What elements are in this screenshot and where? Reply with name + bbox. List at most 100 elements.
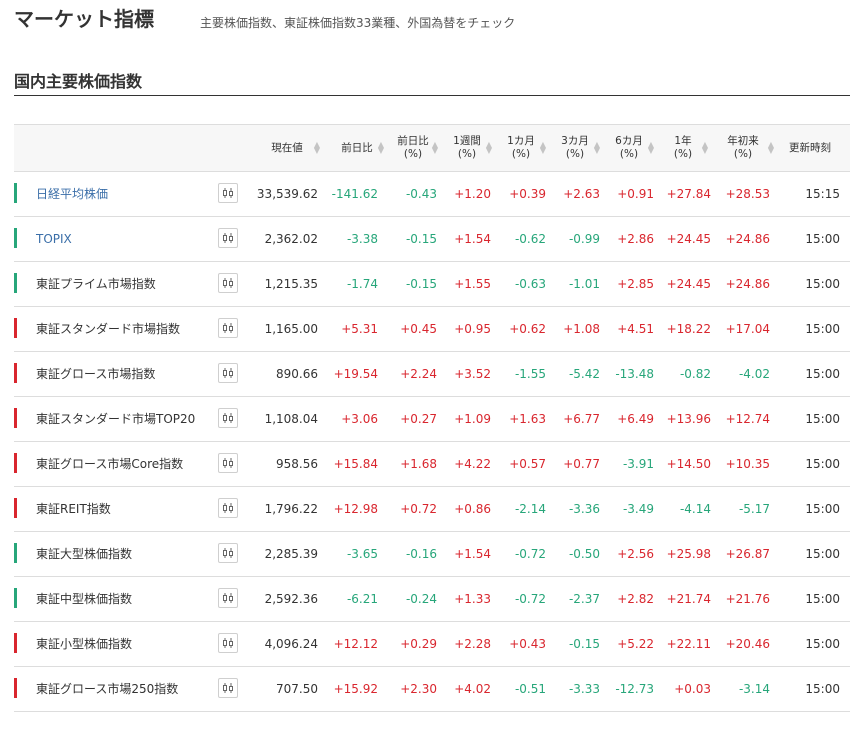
index-name: 東証プライム市場指数 <box>36 277 156 291</box>
candlestick-chart-icon[interactable] <box>218 183 238 203</box>
table-row: 日経平均株価 33,539.62 -141.62 -0.43 +1.20 +0.39 +2.… <box>14 172 850 217</box>
change-value: -0.50 <box>568 547 600 561</box>
candlestick-chart-icon[interactable] <box>218 453 238 473</box>
change-value: +0.27 <box>400 412 437 426</box>
trend-indicator <box>14 408 17 428</box>
trend-indicator <box>14 498 17 518</box>
column-header-label: 3カ月 <box>561 135 589 147</box>
sort-icon[interactable]: ▲ ▼ <box>702 141 708 155</box>
change-value: +1.63 <box>509 412 546 426</box>
candlestick-chart-icon[interactable] <box>218 273 238 293</box>
index-name[interactable]: TOPIX <box>36 217 72 261</box>
change-value: +15.84 <box>333 457 378 471</box>
change-value: +18.22 <box>666 322 711 336</box>
update-time: 15:00 <box>805 502 840 516</box>
column-header-label: 1年 <box>674 135 692 147</box>
change-value: +1.33 <box>454 592 491 606</box>
change-value: -2.37 <box>568 592 600 606</box>
trend-indicator <box>14 273 17 293</box>
trend-indicator <box>14 678 17 698</box>
column-header-5[interactable]: 3カ月 (%) ▲ ▼ <box>550 125 600 171</box>
table-row: 東証グロース市場Core指数 958.56 +15.84 +1.68 +4.22 +0.5… <box>14 442 850 487</box>
update-time: 15:00 <box>805 277 840 291</box>
change-value: -0.63 <box>514 277 546 291</box>
candlestick-chart-icon[interactable] <box>218 498 238 518</box>
page-title: マーケット指標 <box>14 7 154 31</box>
sort-icon[interactable]: ▲ ▼ <box>486 141 492 155</box>
change-value: -0.15 <box>405 277 437 291</box>
sort-icon[interactable]: ▲ ▼ <box>432 141 438 155</box>
change-value: +0.03 <box>674 682 711 696</box>
column-header-2[interactable]: 前日比 (%) ▲ ▼ <box>388 125 438 171</box>
change-value: +28.53 <box>725 187 770 201</box>
change-value: -3.65 <box>346 547 378 561</box>
current-value: 1,215.35 <box>264 277 318 291</box>
sort-icon[interactable]: ▲ ▼ <box>540 141 546 155</box>
change-value: +2.85 <box>617 277 654 291</box>
column-header-4[interactable]: 1カ月 (%) ▲ ▼ <box>496 125 546 171</box>
change-value: -0.15 <box>568 637 600 651</box>
table-row: 東証REIT指数 1,796.22 +12.98 +0.72 +0.86 -2.14 -3.… <box>14 487 850 532</box>
candlestick-chart-icon[interactable] <box>218 588 238 608</box>
column-header-0[interactable]: 現在値 ▲ ▼ <box>254 125 320 171</box>
change-value: +5.31 <box>341 322 378 336</box>
update-time: 15:00 <box>805 637 840 651</box>
sort-icon[interactable]: ▲ ▼ <box>768 141 774 155</box>
change-value: -4.14 <box>679 502 711 516</box>
change-value: +0.57 <box>509 457 546 471</box>
index-name: 東証REIT指数 <box>36 502 111 516</box>
change-value: +4.02 <box>454 682 491 696</box>
change-value: -5.17 <box>738 502 770 516</box>
change-value: -0.82 <box>679 367 711 381</box>
change-value: +4.51 <box>617 322 654 336</box>
column-header-8[interactable]: 年初来 (%) ▲ ▼ <box>712 125 774 171</box>
index-name[interactable]: 日経平均株価 <box>36 172 108 216</box>
sort-icon[interactable]: ▲ ▼ <box>378 141 384 155</box>
change-value: +10.35 <box>725 457 770 471</box>
candlestick-chart-icon[interactable] <box>218 363 238 383</box>
column-header-unit: (%) <box>673 148 693 160</box>
candlestick-chart-icon[interactable] <box>218 633 238 653</box>
sort-icon[interactable]: ▲ ▼ <box>648 141 654 155</box>
change-value: +22.11 <box>666 637 711 651</box>
column-header-7[interactable]: 1年 (%) ▲ ▼ <box>658 125 708 171</box>
change-value: +0.45 <box>400 322 437 336</box>
section-divider <box>14 95 850 96</box>
candlestick-chart-icon[interactable] <box>218 408 238 428</box>
candlestick-chart-icon[interactable] <box>218 543 238 563</box>
column-header-label: 前日比 <box>341 141 373 154</box>
change-value: +26.87 <box>725 547 770 561</box>
change-value: +3.52 <box>454 367 491 381</box>
change-value: +1.68 <box>400 457 437 471</box>
table-header: 現在値 ▲ ▼ 前日比 ▲ ▼ 前日比 (%) ▲ ▼ 1週間 (%) ▲ ▼ 1カ月 (%) ▲ ▼ 3カ月 (%)… <box>14 125 850 172</box>
column-header-3[interactable]: 1週間 (%) ▲ ▼ <box>442 125 492 171</box>
change-value: +0.39 <box>509 187 546 201</box>
sort-icon[interactable]: ▲ ▼ <box>314 141 320 155</box>
change-value: +2.30 <box>400 682 437 696</box>
candlestick-chart-icon[interactable] <box>218 228 238 248</box>
change-value: +24.45 <box>666 232 711 246</box>
current-value: 958.56 <box>276 457 318 471</box>
candlestick-chart-icon[interactable] <box>218 678 238 698</box>
column-header-6[interactable]: 6カ月 (%) ▲ ▼ <box>604 125 654 171</box>
update-time: 15:00 <box>805 412 840 426</box>
update-time: 15:00 <box>805 232 840 246</box>
change-value: +21.74 <box>666 592 711 606</box>
column-header-1[interactable]: 前日比 ▲ ▼ <box>330 125 384 171</box>
table-row: 東証小型株価指数 4,096.24 +12.12 +0.29 +2.28 +0.43 -0.… <box>14 622 850 667</box>
column-header-label: 6カ月 <box>615 135 643 147</box>
current-value: 1,108.04 <box>264 412 318 426</box>
candlestick-chart-icon[interactable] <box>218 318 238 338</box>
change-value: +1.54 <box>454 547 491 561</box>
change-value: -0.72 <box>514 592 546 606</box>
index-name: 東証スタンダード市場TOP20 <box>36 412 196 426</box>
change-value: +4.22 <box>454 457 491 471</box>
change-value: +1.54 <box>454 232 491 246</box>
table-row: 東証大型株価指数 2,285.39 -3.65 -0.16 +1.54 -0.72 -0.5… <box>14 532 850 577</box>
trend-indicator <box>14 588 17 608</box>
change-value: -4.02 <box>738 367 770 381</box>
change-value: -3.49 <box>622 502 654 516</box>
column-header-unit: (%) <box>565 148 585 160</box>
sort-icon[interactable]: ▲ ▼ <box>594 141 600 155</box>
change-value: -3.36 <box>568 502 600 516</box>
